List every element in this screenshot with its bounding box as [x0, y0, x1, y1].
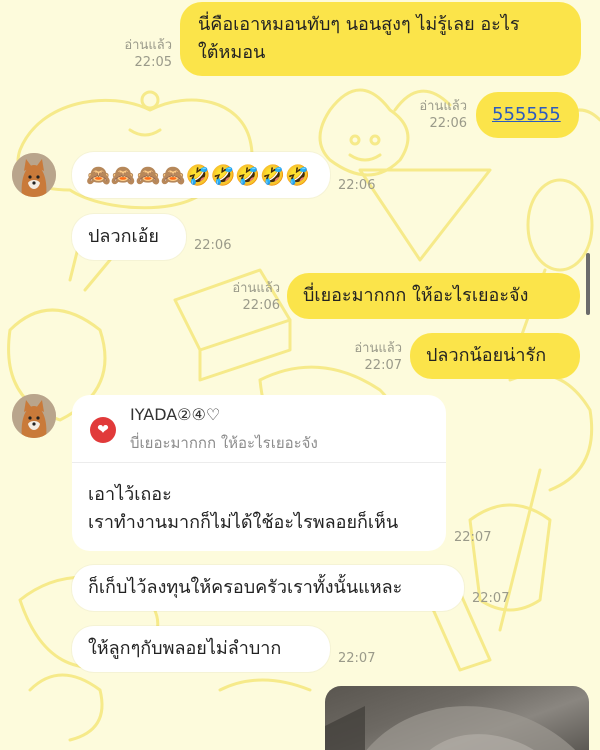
message-text-line: เราทำงานมากก็ไม่ได้ใช้อะไรพลอยก็เห็น [88, 512, 399, 533]
timestamp: 22:07 [364, 358, 402, 373]
timestamp: 22:07 [338, 651, 376, 666]
message-text: บี่เยอะมากกก ให้อะไรเยอะจัง [303, 285, 529, 306]
incoming-message[interactable]: ให้ลูกๆกับพลอยไม่ลำบาก [72, 626, 330, 672]
message-text-line: เอาไว้เถอะ [88, 484, 172, 505]
message-meta: อ่านแล้ว 22:07 [340, 340, 402, 374]
read-receipt: อ่านแล้ว [419, 99, 467, 114]
emoji-text: 🙈🙈🙈🙈🤣🤣🤣🤣🤣 [86, 163, 311, 187]
message-meta: อ่านแล้ว 22:06 [405, 98, 467, 132]
message-text-line: ใต้หมอน [198, 42, 266, 63]
image-message[interactable] [325, 686, 589, 750]
message-meta: อ่านแล้ว 22:06 [218, 280, 280, 314]
message-text: ปลวกเอ้ย [88, 226, 159, 247]
outgoing-message[interactable]: ปลวกน้อยน่ารัก [410, 333, 580, 379]
scrollbar[interactable] [586, 253, 590, 315]
timestamp: 22:06 [242, 298, 280, 313]
timestamp: 22:06 [429, 116, 467, 131]
contact-avatar[interactable] [12, 394, 56, 438]
timestamp: 22:07 [454, 530, 492, 545]
outgoing-message[interactable]: 555555 [476, 92, 579, 138]
outgoing-message[interactable]: บี่เยอะมากกก ให้อะไรเยอะจัง [287, 273, 580, 319]
timestamp: 22:07 [472, 591, 510, 606]
message-link[interactable]: 555555 [492, 104, 561, 125]
timestamp: 22:05 [134, 55, 172, 70]
read-receipt: อ่านแล้ว [124, 38, 172, 53]
timestamp: 22:06 [194, 238, 232, 253]
message-text: ก็เก็บไว้ลงทุนให้ครอบครัวเราทั้งนั้นแหละ [88, 577, 403, 598]
reply-message[interactable]: ❤ IYADA②④♡ บี่เยอะมากกก ให้อะไรเยอะจัง เ… [72, 395, 446, 551]
read-receipt: อ่านแล้ว [232, 281, 280, 296]
timestamp: 22:06 [338, 178, 376, 193]
reply-body: เอาไว้เถอะ เราทำงานมากก็ไม่ได้ใช้อะไรพลอ… [88, 481, 398, 537]
contact-avatar[interactable] [12, 153, 56, 197]
heart-icon: ❤ [90, 417, 116, 443]
message-text: ให้ลูกๆกับพลอยไม่ลำบาก [88, 638, 282, 659]
reply-author: IYADA②④♡ [130, 405, 221, 424]
quoted-text: บี่เยอะมากกก ให้อะไรเยอะจัง [130, 434, 318, 452]
read-receipt: อ่านแล้ว [354, 341, 402, 356]
incoming-message[interactable]: ก็เก็บไว้ลงทุนให้ครอบครัวเราทั้งนั้นแหละ [72, 565, 464, 611]
incoming-message[interactable]: 🙈🙈🙈🙈🤣🤣🤣🤣🤣 [72, 152, 330, 198]
outgoing-message[interactable]: นี่คือเอาหมอนทับๆ นอนสูงๆ ไม่รู้เลย อะไร… [180, 2, 581, 76]
shiba-avatar-icon [12, 394, 56, 438]
shiba-avatar-icon [12, 153, 56, 197]
message-meta: อ่านแล้ว 22:05 [110, 37, 172, 71]
message-text: ปลวกน้อยน่ารัก [426, 345, 547, 366]
reply-quote-header[interactable]: ❤ IYADA②④♡ บี่เยอะมากกก ให้อะไรเยอะจัง [72, 395, 446, 463]
message-text-line: นี่คือเอาหมอนทับๆ นอนสูงๆ ไม่รู้เลย อะไร [198, 14, 520, 35]
incoming-message[interactable]: ปลวกเอ้ย [72, 214, 186, 260]
photo-thumbnail [325, 706, 576, 750]
